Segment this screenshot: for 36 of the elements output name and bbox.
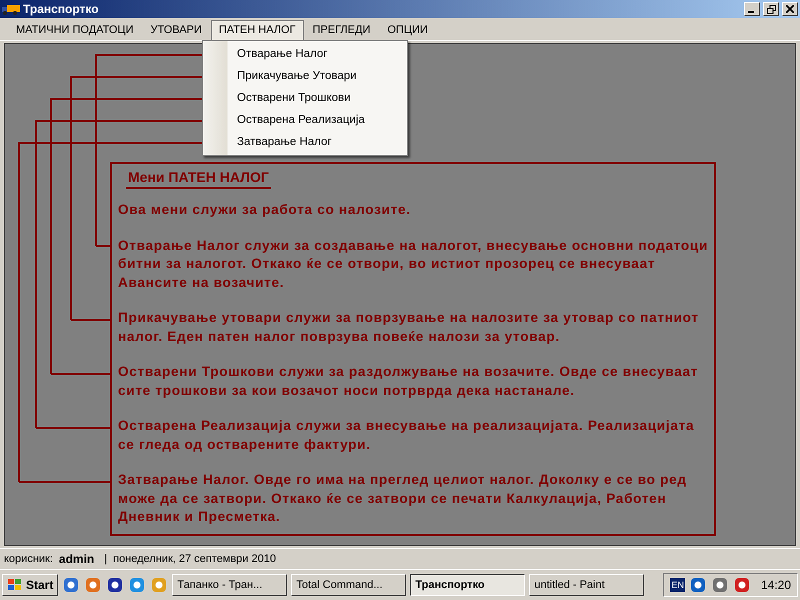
help-paragraph: Остварена Реализација служи за внесување на реализацијата. Реализацијата се гледа од остварените фактури. — [118, 417, 696, 454]
taskbar-button[interactable]: Тапанко - Тран... — [172, 574, 288, 596]
help-paragraph: Затварање Налог. Овде го има на преглед целиот налог. Доколку е се во ред може да се затвори. Откако ќе се затвори се печати Калкулација, Работен Дневник и Пресметка. — [118, 471, 688, 526]
help-paragraph: Отварање Налог служи за создавање на налогот, внесување основни податоци битни за налогот. Откако ќе се отвори, во истиот прозорец се внесуваат Авансите на возачите. — [118, 236, 708, 292]
menu-item[interactable]: ПАТЕН НАЛОГ — [210, 20, 304, 40]
clock: 14:20 — [760, 578, 791, 592]
restore-icon — [766, 4, 776, 14]
close-button[interactable] — [782, 2, 798, 16]
taskbar-button[interactable]: Транспортко — [410, 574, 526, 596]
menu-option[interactable]: Отварање Налог — [203, 43, 407, 65]
taskbar-button[interactable]: Total Command... — [291, 574, 406, 596]
menu-item[interactable]: ПРЕГЛЕДИ — [304, 20, 378, 40]
menu-option[interactable]: Затварање Налог — [203, 131, 407, 153]
menu-option[interactable]: Остварена Реализација — [203, 109, 407, 131]
minimize-button[interactable] — [744, 2, 760, 16]
help-paragraph: Прикачување утовари служи за поврзување на налозите за утовар со патниот налог. Еден патен налог поврзува повеќе налози за утовар. — [118, 309, 700, 346]
help-title: Мени ПАТЕН НАЛОГ — [126, 169, 271, 189]
truck-icon — [2, 4, 20, 14]
user-name: admin — [58, 552, 94, 566]
help-paragraph: Остварени Трошкови служи за раздолжување на возачите. Овде се внесуваат сите трошкови за кои возачот носи потрврда дека настанале. — [118, 363, 700, 400]
user-label: корисник: — [4, 553, 53, 565]
restore-button[interactable] — [763, 2, 779, 16]
window-title: Транспортко — [23, 2, 100, 16]
flag-icon — [7, 578, 23, 592]
menu-item[interactable]: УТОВАРИ — [142, 20, 210, 40]
taskbar-button[interactable]: untitled - Paint — [529, 574, 644, 596]
date-text: понеделник, 27 септември 2010 — [113, 553, 276, 565]
separator: | — [104, 553, 108, 565]
menu-option[interactable]: Прикачување Утовари — [203, 65, 407, 87]
menu-item[interactable]: МАТИЧНИ ПОДАТОЦИ — [8, 20, 142, 40]
menu-option[interactable]: Остварени Трошкови — [203, 87, 407, 109]
close-icon — [786, 5, 794, 13]
menu-item[interactable]: ОПЦИИ — [379, 20, 436, 40]
language-indicator[interactable]: EN — [670, 578, 685, 592]
help-paragraph: Ова мени служи за работа со налозите. — [118, 201, 412, 219]
start-button[interactable]: Start — [2, 574, 58, 596]
